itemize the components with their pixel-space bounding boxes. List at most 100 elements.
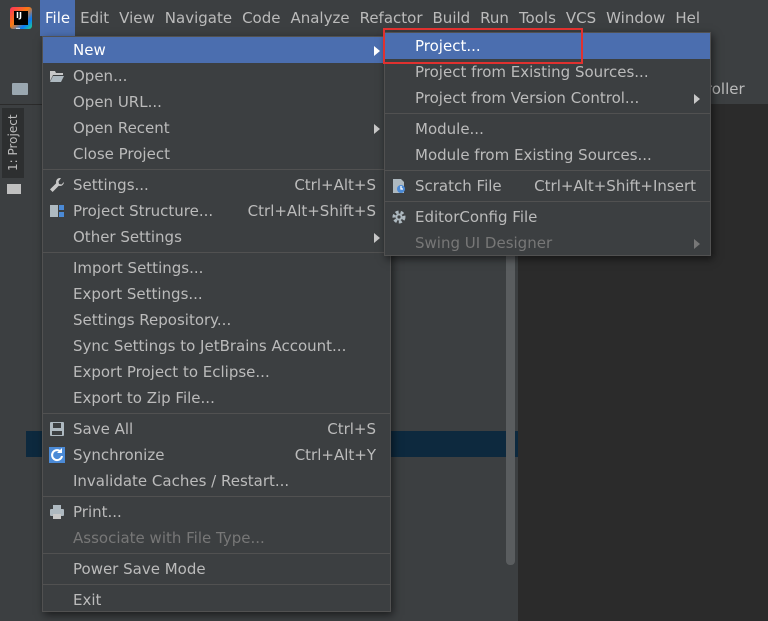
menu-item-label: Print... [73,503,122,521]
menu-item-sync-settings[interactable]: Sync Settings to JetBrains Account... [43,333,390,359]
menu-item-open[interactable]: Open... [43,63,390,89]
menu-separator [385,113,710,114]
project-folder-icon [7,184,21,194]
submenu-arrow-icon [374,233,380,243]
menu-item-open-url[interactable]: Open URL... [43,89,390,115]
project-tool-tab[interactable]: 1: Project [2,108,24,178]
menu-item-label: Export Settings... [73,285,203,303]
menu-run[interactable]: Run [475,0,514,36]
menu-item-export-settings[interactable]: Export Settings... [43,281,390,307]
shortcut-label: Ctrl+Alt+Y [294,446,376,464]
menu-item-label: Settings Repository... [73,311,232,329]
menu-item-export-zip[interactable]: Export to Zip File... [43,385,390,411]
project-scrollbar[interactable] [506,240,515,565]
menu-item-print[interactable]: Print... [43,499,390,525]
menu-item-label: Project Structure... [73,202,214,220]
menu-item-module-existing-sources[interactable]: Module from Existing Sources... [385,142,710,168]
menu-item-new[interactable]: New [43,37,390,63]
file-menu: New Open... Open URL... Open Recent Clos… [42,36,391,612]
menu-item-label: EditorConfig File [415,208,538,226]
menu-item-label: Module... [415,120,484,138]
menu-item-power-save[interactable]: Power Save Mode [43,556,390,582]
menu-window[interactable]: Window [601,0,670,36]
menu-item-label: Power Save Mode [73,560,206,578]
menu-item-save-all[interactable]: Save All Ctrl+S [43,416,390,442]
save-icon [50,422,64,436]
project-structure-icon [50,205,64,217]
menu-item-label: Open URL... [73,93,162,111]
menu-item-label: Project... [415,37,481,55]
menu-item-new-project[interactable]: Project... [385,33,710,59]
shortcut-label: Ctrl+Alt+S [294,176,376,194]
menu-separator [43,553,390,554]
menu-vcs[interactable]: VCS [561,0,601,36]
menu-item-label: Open... [73,67,128,85]
menu-item-label: Export to Zip File... [73,389,215,407]
intellij-logo-icon: IJ _ [10,7,32,29]
menu-bar: IJ _ File Edit View Navigate Code Analyze… [0,0,768,36]
menu-item-open-recent[interactable]: Open Recent [43,115,390,141]
menu-item-label: Module from Existing Sources... [415,146,652,164]
menu-separator [43,496,390,497]
menu-item-associate-file-type: Associate with File Type... [43,525,390,551]
wrench-icon [50,178,64,192]
menu-separator [43,252,390,253]
menu-item-project-existing-sources[interactable]: Project from Existing Sources... [385,59,710,85]
menu-item-other-settings[interactable]: Other Settings [43,224,390,250]
shortcut-label: Ctrl+Alt+Shift+S [247,202,376,220]
menu-item-scratch-file[interactable]: Scratch File Ctrl+Alt+Shift+Insert [385,173,710,199]
menu-item-settings-repository[interactable]: Settings Repository... [43,307,390,333]
shortcut-label: Ctrl+Alt+Shift+Insert [534,177,696,195]
menu-item-label: Open Recent [73,119,170,137]
menu-item-project-vcs[interactable]: Project from Version Control... [385,85,710,111]
menu-item-label: Exit [73,591,102,609]
menu-item-label: Export Project to Eclipse... [73,363,270,381]
menu-separator [385,170,710,171]
menu-item-label: Sync Settings to JetBrains Account... [73,337,347,355]
menu-item-import-settings[interactable]: Import Settings... [43,255,390,281]
menu-item-label: Import Settings... [73,259,204,277]
menu-navigate[interactable]: Navigate [160,0,237,36]
menu-item-swing-ui-designer: Swing UI Designer [385,230,710,256]
shortcut-label: Ctrl+S [327,420,376,438]
menu-item-label: Synchronize [73,446,165,464]
menu-item-label: Project from Existing Sources... [415,63,649,81]
menu-refactor[interactable]: Refactor [355,0,428,36]
menu-separator [385,201,710,202]
submenu-arrow-icon [694,94,700,104]
menu-file[interactable]: File [40,0,76,36]
menu-build[interactable]: Build [428,0,476,36]
menu-item-label: Swing UI Designer [415,234,553,252]
menu-item-settings[interactable]: Settings... Ctrl+Alt+S [43,172,390,198]
menu-view[interactable]: View [114,0,160,36]
menu-analyze[interactable]: Analyze [285,0,354,36]
printer-icon [50,505,64,519]
menu-edit[interactable]: Edit [75,0,114,36]
menu-code[interactable]: Code [237,0,285,36]
submenu-arrow-icon [374,124,380,134]
menu-item-editorconfig[interactable]: EditorConfig File [385,204,710,230]
menu-item-exit[interactable]: Exit [43,587,390,613]
menu-item-synchronize[interactable]: Synchronize Ctrl+Alt+Y [43,442,390,468]
menu-item-label: Other Settings [73,228,182,246]
menu-item-label: Project from Version Control... [415,89,640,107]
menu-item-label: New [73,41,106,59]
menu-item-project-structure[interactable]: Project Structure... Ctrl+Alt+Shift+S [43,198,390,224]
menu-separator [43,169,390,170]
submenu-arrow-icon [694,239,700,249]
menu-item-label: Settings... [73,176,149,194]
folder-icon [12,83,28,95]
menu-item-label: Save All [73,420,134,438]
gear-icon [392,210,406,224]
menu-item-label: Associate with File Type... [73,529,265,547]
menu-item-export-eclipse[interactable]: Export Project to Eclipse... [43,359,390,385]
menu-tools[interactable]: Tools [514,0,561,36]
menu-item-label: Invalidate Caches / Restart... [73,472,290,490]
menu-help[interactable]: Hel [670,0,705,36]
refresh-icon [49,447,65,463]
menu-item-invalidate-caches[interactable]: Invalidate Caches / Restart... [43,468,390,494]
menu-item-close-project[interactable]: Close Project [43,141,390,167]
open-folder-icon [50,71,64,82]
scratch-file-icon [393,179,405,193]
menu-item-module[interactable]: Module... [385,116,710,142]
